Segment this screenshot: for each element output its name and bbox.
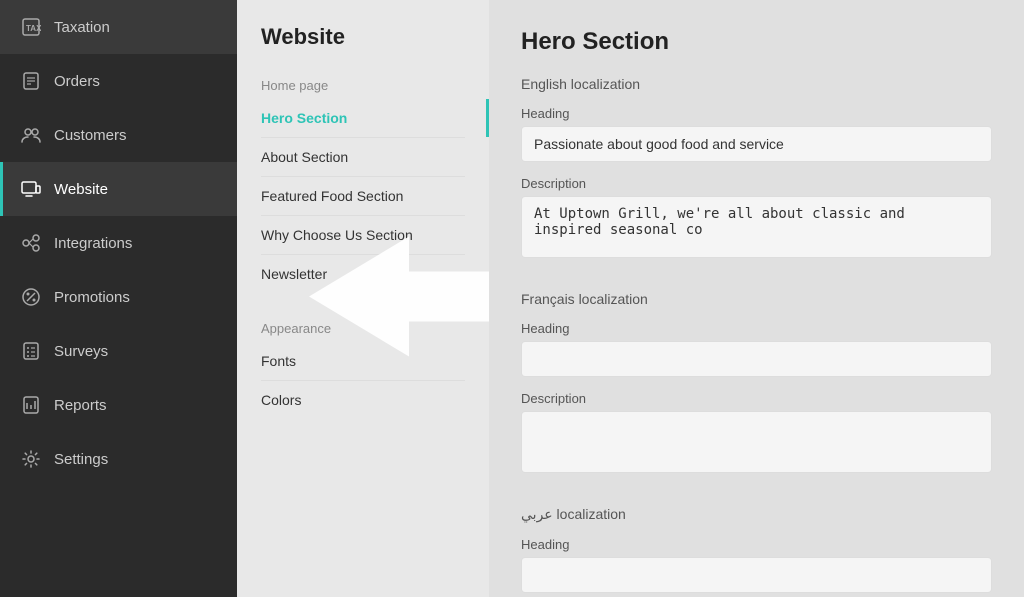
arabic-localization-label: عربي localization: [521, 506, 992, 523]
section-group-appearance: Appearance Fonts Colors: [237, 313, 489, 423]
description-field-group-en: Description: [521, 176, 992, 263]
description-textarea-fr[interactable]: [521, 411, 992, 473]
sidebar-item-label: Promotions: [54, 289, 130, 306]
sidebar-item-label: Website: [54, 181, 108, 198]
sidebar-item-taxation[interactable]: TAX Taxation: [0, 0, 237, 54]
heading-input-fr[interactable]: [521, 341, 992, 377]
heading-input-ar[interactable]: [521, 557, 992, 593]
description-label-fr: Description: [521, 391, 992, 406]
section-group-label: Home page: [261, 78, 465, 93]
sidebar-item-label: Orders: [54, 73, 100, 90]
sidebar-item-orders[interactable]: Orders: [0, 54, 237, 108]
panel-title: Website: [237, 24, 489, 70]
heading-label-en: Heading: [521, 106, 992, 121]
reports-icon: [20, 394, 42, 416]
heading-field-group-en: Heading: [521, 106, 992, 162]
settings-icon: [20, 448, 42, 470]
section-item-about-section[interactable]: About Section: [261, 138, 465, 177]
orders-icon: [20, 70, 42, 92]
description-field-group-fr: Description: [521, 391, 992, 478]
heading-label-ar: Heading: [521, 537, 992, 552]
sidebar-item-settings[interactable]: Settings: [0, 432, 237, 486]
customers-icon: [20, 124, 42, 146]
sidebar-item-integrations[interactable]: Integrations: [0, 216, 237, 270]
section-item-featured-food-section[interactable]: Featured Food Section: [261, 177, 465, 216]
website-icon: [20, 178, 42, 200]
section-item-newsletter[interactable]: Newsletter: [261, 255, 465, 293]
sidebar: TAX Taxation Orders Customers: [0, 0, 237, 597]
promotions-icon: [20, 286, 42, 308]
section-item-colors[interactable]: Colors: [261, 381, 465, 419]
sidebar-item-label: Surveys: [54, 343, 108, 360]
francais-localization-label: Français localization: [521, 291, 992, 307]
english-localization-label: English localization: [521, 76, 992, 92]
sidebar-item-website[interactable]: Website: [0, 162, 237, 216]
english-localization-block: English localization Heading Description: [521, 76, 992, 263]
description-textarea-en[interactable]: [521, 196, 992, 258]
sidebar-item-promotions[interactable]: Promotions: [0, 270, 237, 324]
sidebar-item-reports[interactable]: Reports: [0, 378, 237, 432]
heading-field-group-ar: Heading: [521, 537, 992, 593]
sidebar-item-label: Settings: [54, 451, 108, 468]
sidebar-item-surveys[interactable]: Surveys: [0, 324, 237, 378]
section-group-label: Appearance: [261, 321, 465, 336]
arabic-localization-block: عربي localization Heading: [521, 506, 992, 593]
section-group-homepage: Home page Hero Section About Section Fea…: [237, 70, 489, 297]
content-title: Hero Section: [521, 28, 992, 56]
sidebar-item-label: Taxation: [54, 19, 110, 36]
heading-field-group-fr: Heading: [521, 321, 992, 377]
integrations-icon: [20, 232, 42, 254]
section-item-hero-section[interactable]: Hero Section: [261, 99, 465, 138]
section-item-fonts[interactable]: Fonts: [261, 342, 465, 381]
sidebar-item-label: Reports: [54, 397, 107, 414]
content-panel: Hero Section English localization Headin…: [489, 0, 1024, 597]
sidebar-item-label: Customers: [54, 127, 127, 144]
section-item-why-choose-us-section[interactable]: Why Choose Us Section: [261, 216, 465, 255]
heading-label-fr: Heading: [521, 321, 992, 336]
description-label-en: Description: [521, 176, 992, 191]
surveys-icon: [20, 340, 42, 362]
heading-input-en[interactable]: [521, 126, 992, 162]
sidebar-item-customers[interactable]: Customers: [0, 108, 237, 162]
francais-localization-block: Français localization Heading Descriptio…: [521, 291, 992, 478]
tax-icon: TAX: [20, 16, 42, 38]
website-panel: Website Home page Hero Section About Sec…: [237, 0, 489, 597]
sidebar-item-label: Integrations: [54, 235, 132, 252]
svg-text:TAX: TAX: [26, 24, 41, 33]
